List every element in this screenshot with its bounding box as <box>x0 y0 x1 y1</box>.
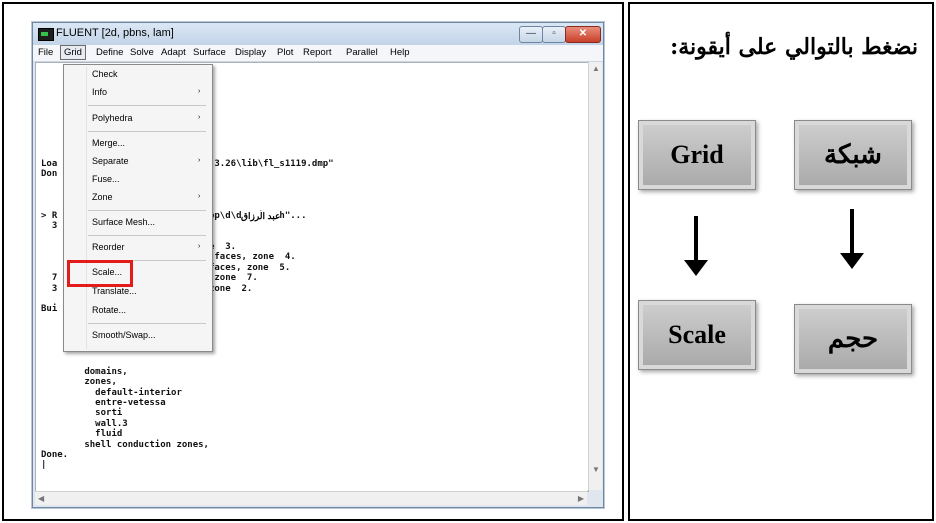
menu-item-rotate[interactable]: Rotate... <box>92 305 126 315</box>
window-title: FLUENT [2d, pbns, lam] <box>56 27 174 39</box>
menu-separator <box>88 105 206 106</box>
grid-dropdown-menu: Check Info › Polyhedra › Merge... Separa… <box>63 64 213 352</box>
menu-file[interactable]: File <box>38 47 53 58</box>
down-arrow-icon <box>684 216 708 276</box>
menu-separator <box>88 131 206 132</box>
menu-item-fuse[interactable]: Fuse... <box>92 174 120 184</box>
menu-plot[interactable]: Plot <box>277 47 293 58</box>
menu-solve[interactable]: Solve <box>130 47 154 58</box>
scroll-right-icon[interactable]: ▶ <box>578 494 584 503</box>
minimize-button[interactable]: — <box>519 26 543 43</box>
menu-separator <box>88 210 206 211</box>
scale-box-english: Scale <box>638 300 756 370</box>
menu-bar: File Grid Define Solve Adapt Surface Dis… <box>33 45 603 62</box>
menu-separator <box>88 323 206 324</box>
menu-grid[interactable]: Grid <box>60 45 86 60</box>
menu-report[interactable]: Report <box>303 47 332 58</box>
menu-item-merge[interactable]: Merge... <box>92 138 125 148</box>
submenu-arrow-icon: › <box>198 193 201 200</box>
instruction-title: نضغط بالتوالي على أيقونة: <box>670 34 918 60</box>
menu-item-translate[interactable]: Translate... <box>92 286 137 296</box>
scale-box-arabic: حجم <box>794 304 912 374</box>
scroll-up-icon[interactable]: ▲ <box>592 64 600 73</box>
menu-parallel[interactable]: Parallel <box>346 47 378 58</box>
scroll-left-icon[interactable]: ◀ <box>38 494 44 503</box>
title-bar[interactable]: FLUENT [2d, pbns, lam] — ▫ ✕ <box>33 23 603 45</box>
submenu-arrow-icon: › <box>198 243 201 250</box>
vertical-scrollbar[interactable]: ▲ ▼ <box>588 62 602 490</box>
fluent-app-icon <box>38 28 54 41</box>
menu-item-check[interactable]: Check <box>92 69 118 79</box>
menu-adapt[interactable]: Adapt <box>161 47 186 58</box>
menu-define[interactable]: Define <box>96 47 123 58</box>
menu-surface[interactable]: Surface <box>193 47 226 58</box>
console-arabic-fragment: عبد الرزاق <box>241 211 281 222</box>
down-arrow-icon <box>840 209 864 269</box>
grid-box-arabic: شبكة <box>794 120 912 190</box>
screenshot-frame: FLUENT [2d, pbns, lam] — ▫ ✕ File Grid D… <box>2 2 624 521</box>
menu-icon-gutter <box>86 67 87 349</box>
menu-item-separate[interactable]: Separate <box>92 156 129 166</box>
submenu-arrow-icon: › <box>198 88 201 95</box>
menu-separator <box>88 235 206 236</box>
close-button[interactable]: ✕ <box>565 26 601 43</box>
horizontal-scrollbar[interactable]: ◀ ▶ <box>35 491 587 505</box>
menu-item-zone[interactable]: Zone <box>92 192 113 202</box>
scale-highlight-box <box>67 260 133 287</box>
menu-help[interactable]: Help <box>390 47 410 58</box>
submenu-arrow-icon: › <box>198 157 201 164</box>
menu-item-info[interactable]: Info <box>92 87 107 97</box>
scroll-down-icon[interactable]: ▼ <box>592 465 600 474</box>
menu-item-smooth-swap[interactable]: Smooth/Swap... <box>92 330 156 340</box>
instruction-panel: نضغط بالتوالي على أيقونة: Grid شبكة Scal… <box>628 2 934 521</box>
maximize-button[interactable]: ▫ <box>542 26 566 43</box>
menu-item-surface-mesh[interactable]: Surface Mesh... <box>92 217 155 227</box>
menu-display[interactable]: Display <box>235 47 266 58</box>
menu-item-reorder[interactable]: Reorder <box>92 242 125 252</box>
menu-item-polyhedra[interactable]: Polyhedra <box>92 113 133 123</box>
grid-box-english: Grid <box>638 120 756 190</box>
submenu-arrow-icon: › <box>198 114 201 121</box>
